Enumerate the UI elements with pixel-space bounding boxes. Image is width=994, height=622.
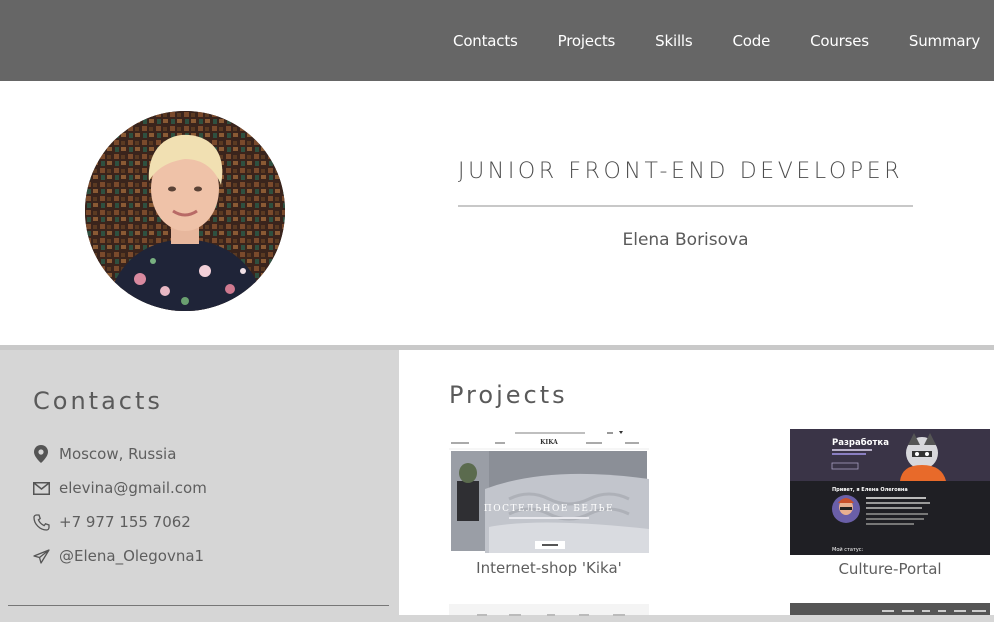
nav-projects[interactable]: Projects	[558, 32, 616, 50]
contact-phone[interactable]: +7 977 155 7062	[31, 505, 207, 539]
contact-location: Moscow, Russia	[31, 437, 207, 471]
nav-skills[interactable]: Skills	[655, 32, 693, 50]
top-navbar: Contacts Projects Skills Code Courses Su…	[0, 0, 994, 81]
nav-code[interactable]: Code	[733, 32, 771, 50]
kika-logo: KIKA	[540, 439, 558, 446]
project-card-partial-2[interactable]	[790, 603, 990, 615]
telegram-icon	[31, 546, 51, 566]
project-card-culture-portal[interactable]: Разработка Привет, я Елена Олеговна Мой …	[790, 429, 990, 578]
phone-icon	[31, 512, 51, 532]
profile-header: JUNIOR FRONT-END DEVELOPER Elena Borisov…	[0, 81, 994, 345]
contact-phone-text[interactable]: +7 977 155 7062	[59, 513, 191, 531]
project-caption-culture-portal[interactable]: Culture-Portal	[790, 560, 990, 578]
title-divider	[458, 205, 913, 207]
mail-icon	[31, 478, 51, 498]
project-card-kika[interactable]: KIKA ПОСТЕЛЬНОЕ БЕЛЬЕ Internet-shop 'Kik…	[449, 429, 649, 577]
contacts-list: Moscow, Russia elevina@gmail.com +7 977 …	[31, 437, 207, 573]
contact-email[interactable]: elevina@gmail.com	[31, 471, 207, 505]
kika-banner-text: ПОСТЕЛЬНОЕ БЕЛЬЕ	[484, 504, 614, 514]
culture-portal-greeting: Привет, я Елена Олеговна	[832, 487, 908, 493]
contact-email-text[interactable]: elevina@gmail.com	[59, 479, 207, 497]
contact-telegram-text[interactable]: @Elena_Olegovna1	[59, 547, 204, 565]
project-card-partial-1[interactable]	[449, 604, 649, 616]
contacts-divider	[8, 605, 389, 606]
contacts-section: Contacts Moscow, Russia elevina@gmail.co…	[0, 350, 399, 615]
job-title: JUNIOR FRONT-END DEVELOPER	[458, 159, 904, 184]
project-thumbnail-culture-portal[interactable]: Разработка Привет, я Елена Олеговна Мой …	[790, 429, 990, 555]
project-caption-kika[interactable]: Internet-shop 'Kika'	[449, 559, 649, 577]
projects-section: Projects KIKA ПОСТЕЛЬНОЕ БЕЛЬЕ Internet-…	[399, 350, 994, 616]
person-name: Elena Borisova	[622, 230, 749, 250]
contacts-title: Contacts	[33, 387, 163, 415]
avatar	[85, 111, 285, 311]
main-nav: Contacts Projects Skills Code Courses Su…	[413, 0, 980, 81]
nav-contacts[interactable]: Contacts	[453, 32, 518, 50]
avatar-photo	[85, 111, 285, 311]
culture-portal-status: Мой статус:	[832, 546, 864, 553]
contact-telegram[interactable]: @Elena_Olegovna1	[31, 539, 207, 573]
nav-summary[interactable]: Summary	[909, 32, 980, 50]
nav-courses[interactable]: Courses	[810, 32, 869, 50]
project-thumbnail-kika[interactable]: KIKA ПОСТЕЛЬНОЕ БЕЛЬЕ	[449, 429, 649, 553]
contact-location-text: Moscow, Russia	[59, 445, 177, 463]
projects-title: Projects	[449, 381, 568, 409]
location-pin-icon	[31, 444, 51, 464]
culture-portal-heading: Разработка	[832, 437, 889, 448]
